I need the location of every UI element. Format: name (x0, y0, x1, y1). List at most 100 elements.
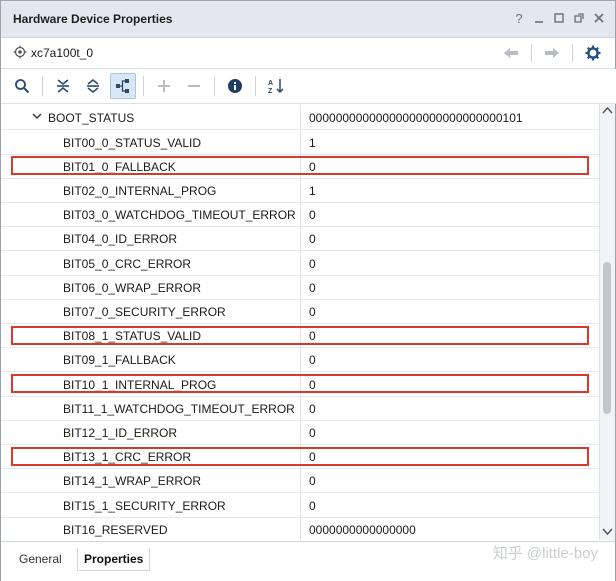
property-grid: BOOT_STATUS 0000000000000000000000000000… (1, 104, 599, 540)
group-by-category-icon[interactable] (110, 73, 136, 99)
property-name: BIT05_0_CRC_ERROR (63, 256, 192, 271)
chevron-down-icon[interactable] (31, 110, 43, 122)
property-name: BIT08_1_STATUS_VALID (63, 329, 202, 344)
property-value[interactable]: 0 (309, 474, 316, 488)
group-name: BOOT_STATUS (48, 111, 135, 125)
property-row[interactable]: BIT08_1_STATUS_VALID 0 (1, 323, 599, 349)
property-row[interactable]: BIT12_1_ID_ERROR 0 (1, 419, 599, 445)
property-name: BIT15_1_SECURITY_ERROR (63, 498, 226, 513)
property-name-cell: BIT16_RESERVED (1, 516, 301, 540)
device-name: xc7a100t_0 (31, 46, 94, 60)
search-icon[interactable] (9, 73, 35, 99)
forward-arrow-icon[interactable] (542, 43, 562, 63)
property-name: BIT09_1_FALLBACK (63, 353, 176, 368)
property-value[interactable]: 0 (309, 378, 316, 392)
close-icon[interactable] (591, 10, 607, 26)
property-value[interactable]: 1 (309, 184, 316, 198)
property-row[interactable]: BIT10_1_INTERNAL_PROG 0 (1, 371, 599, 397)
properties-toolbar: A Z (1, 69, 616, 104)
property-value[interactable]: 0 (309, 499, 316, 513)
property-value[interactable]: 0 (309, 450, 316, 464)
nav-divider-2 (572, 44, 573, 62)
property-name-cell: BIT08_1_STATUS_VALID (1, 323, 301, 348)
property-value[interactable]: 0 (309, 281, 316, 295)
property-row[interactable]: BIT00_0_STATUS_VALID 1 (1, 129, 599, 155)
property-name-cell: BIT12_1_ID_ERROR (1, 419, 301, 444)
property-name-cell: BIT01_0_FALLBACK (1, 153, 301, 178)
help-icon[interactable]: ? (511, 10, 527, 26)
property-row[interactable]: BIT07_0_SECURITY_ERROR 0 (1, 298, 599, 324)
property-value[interactable]: 0000000000000000 (309, 523, 416, 537)
property-value[interactable]: 0 (309, 208, 316, 222)
property-value[interactable]: 0 (309, 257, 316, 271)
vertical-scrollbar[interactable] (599, 104, 615, 540)
property-value[interactable]: 1 (309, 136, 316, 150)
property-value[interactable]: 0 (309, 305, 316, 319)
property-row[interactable]: BIT03_0_WATCHDOG_TIMEOUT_ERROR 0 (1, 202, 599, 228)
minimize-icon[interactable] (531, 10, 547, 26)
device-bar: xc7a100t_0 (1, 38, 615, 69)
property-name: BIT11_1_WATCHDOG_TIMEOUT_ERROR (63, 401, 295, 416)
property-name: BIT02_0_INTERNAL_PROG (63, 183, 217, 198)
scrollbar-thumb[interactable] (603, 262, 611, 414)
property-row[interactable]: BIT04_0_ID_ERROR 0 (1, 226, 599, 252)
property-name: BIT00_0_STATUS_VALID (63, 135, 202, 150)
property-value[interactable]: 0 (309, 402, 316, 416)
svg-text:Z: Z (268, 88, 273, 95)
window-controls: ? (511, 10, 607, 26)
toolbar-divider (42, 76, 43, 96)
property-name-cell: BIT13_1_CRC_ERROR (1, 444, 301, 469)
window-title: Hardware Device Properties (13, 12, 173, 26)
gear-icon[interactable] (583, 43, 603, 63)
property-name-cell: BIT06_0_WRAP_ERROR (1, 274, 301, 299)
property-name-cell: BIT02_0_INTERNAL_PROG (1, 177, 301, 202)
property-name: BIT01_0_FALLBACK (63, 159, 176, 174)
property-name-cell: BIT05_0_CRC_ERROR (1, 250, 301, 275)
sort-az-icon[interactable]: A Z (263, 73, 289, 99)
info-icon[interactable] (222, 73, 248, 99)
remove-icon[interactable] (181, 73, 207, 99)
collapse-all-icon[interactable] (50, 73, 76, 99)
property-row[interactable]: BIT06_0_WRAP_ERROR 0 (1, 274, 599, 300)
property-name-cell: BIT15_1_SECURITY_ERROR (1, 492, 301, 517)
tab-general[interactable]: General (13, 548, 68, 570)
property-name: BIT14_1_WRAP_ERROR (63, 474, 202, 489)
float-icon[interactable] (571, 10, 587, 26)
property-value[interactable]: 0 (309, 329, 316, 343)
group-row-boot-status[interactable]: BOOT_STATUS 0000000000000000000000000000… (1, 105, 599, 130)
property-name: BIT10_1_INTERNAL_PROG (63, 377, 217, 392)
restore-icon[interactable] (551, 10, 567, 26)
property-name: BIT16_RESERVED (63, 522, 168, 537)
back-arrow-icon[interactable] (501, 43, 521, 63)
property-row[interactable]: BIT14_1_WRAP_ERROR 0 (1, 468, 599, 494)
property-row[interactable]: BIT15_1_SECURITY_ERROR 0 (1, 492, 599, 518)
property-name: BIT03_0_WATCHDOG_TIMEOUT_ERROR (63, 208, 296, 223)
property-name-cell: BIT04_0_ID_ERROR (1, 226, 301, 251)
property-name: BIT07_0_SECURITY_ERROR (63, 304, 226, 319)
property-value[interactable]: 0 (309, 353, 316, 367)
group-value: 00000000000000000000000000000101 (309, 111, 523, 125)
window-titlebar: Hardware Device Properties ? (1, 1, 615, 38)
property-row[interactable]: BIT13_1_CRC_ERROR 0 (1, 444, 599, 470)
property-name-cell: BIT14_1_WRAP_ERROR (1, 468, 301, 493)
watermark-text: 知乎 @little-boy (492, 545, 598, 562)
property-value[interactable]: 0 (309, 232, 316, 246)
scroll-up-arrow-icon[interactable] (602, 106, 613, 116)
property-row[interactable]: BIT05_0_CRC_ERROR 0 (1, 250, 599, 276)
property-name: BIT12_1_ID_ERROR (63, 425, 178, 440)
property-row[interactable]: BIT01_0_FALLBACK 0 (1, 153, 599, 179)
property-row[interactable]: BIT11_1_WATCHDOG_TIMEOUT_ERROR 0 (1, 395, 599, 421)
property-name: BIT04_0_ID_ERROR (63, 232, 178, 247)
add-icon[interactable] (151, 73, 177, 99)
property-row[interactable]: BIT02_0_INTERNAL_PROG 1 (1, 177, 599, 203)
expand-all-icon[interactable] (80, 73, 106, 99)
property-name-cell: BIT00_0_STATUS_VALID (1, 129, 301, 154)
toolbar-divider-3 (214, 76, 215, 96)
property-row[interactable]: BIT09_1_FALLBACK 0 (1, 347, 599, 373)
tab-properties[interactable]: Properties (77, 548, 151, 571)
scroll-down-arrow-icon[interactable] (602, 526, 613, 536)
property-value[interactable]: 0 (309, 160, 316, 174)
property-row[interactable]: BIT16_RESERVED 0000000000000000 (1, 516, 599, 540)
property-value[interactable]: 0 (309, 426, 316, 440)
property-name-cell: BIT10_1_INTERNAL_PROG (1, 371, 301, 396)
